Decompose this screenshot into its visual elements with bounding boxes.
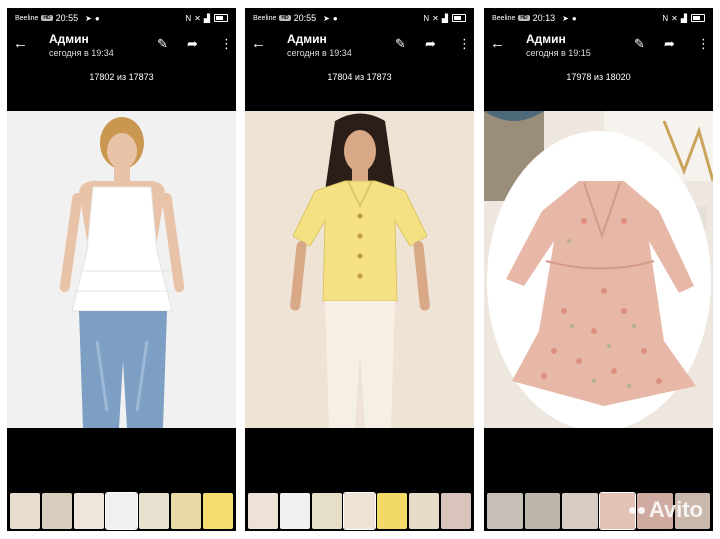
thumbnail[interactable] xyxy=(202,493,233,529)
share-icon[interactable]: ➦ xyxy=(664,36,675,52)
floral-dress-image xyxy=(484,111,713,428)
carrier-label: Beeline xyxy=(492,14,516,22)
status-bar: Beeline HD 20:55 ➤ ● N ✕ ▟ xyxy=(7,8,236,28)
thumbnail-strip xyxy=(245,492,474,531)
telegram-icon: ➤ xyxy=(323,13,330,23)
mute-icon: ✕ xyxy=(432,13,439,23)
share-icon[interactable]: ➦ xyxy=(425,36,436,52)
network-badge: HD xyxy=(279,15,291,21)
thumbnail[interactable] xyxy=(343,492,376,530)
chat-icon: ● xyxy=(571,13,577,23)
sender-name: Админ xyxy=(526,32,566,46)
more-vert-icon[interactable]: ⋮ xyxy=(697,36,710,52)
status-bar: Beeline HD 20:13 ➤ ● N ✕ ▟ xyxy=(484,8,713,28)
mute-icon: ✕ xyxy=(671,13,678,23)
thumbnail[interactable] xyxy=(280,493,311,529)
viewer-toolbar: ← Админ сегодня в 19:34 ✎ ➦ ⋮ xyxy=(7,30,236,64)
chat-icon: ● xyxy=(332,13,338,23)
thumbnail[interactable] xyxy=(487,493,523,529)
signal-icon: ▟ xyxy=(203,13,210,23)
model-yellow-shirt-image xyxy=(245,111,474,428)
thumbnail[interactable] xyxy=(408,493,439,529)
battery-icon xyxy=(214,14,228,22)
signal-icon: ▟ xyxy=(441,13,448,23)
thumbnail[interactable] xyxy=(42,493,73,529)
sent-time: сегодня в 19:34 xyxy=(49,48,114,58)
battery-icon xyxy=(452,14,466,22)
photo-counter: 17978 из 18020 xyxy=(566,72,631,82)
sender-name: Админ xyxy=(49,32,89,46)
arrow-left-icon[interactable]: ← xyxy=(490,36,505,52)
carrier-label: Beeline xyxy=(253,14,277,22)
product-photo[interactable] xyxy=(7,111,236,428)
network-badge: HD xyxy=(41,15,53,21)
avito-logo-icon xyxy=(628,506,645,514)
thumbnail[interactable] xyxy=(248,493,279,529)
telegram-icon: ➤ xyxy=(562,13,569,23)
product-photo[interactable] xyxy=(245,111,474,428)
thumbnail[interactable] xyxy=(138,493,169,529)
status-time: 20:55 xyxy=(55,13,79,23)
network-badge: HD xyxy=(518,15,530,21)
photo-counter: 17804 из 17873 xyxy=(327,72,392,82)
nfc-icon: N xyxy=(662,13,669,23)
battery-icon xyxy=(691,14,705,22)
carrier-label: Beeline xyxy=(15,14,39,22)
signal-icon: ▟ xyxy=(680,13,687,23)
watermark-text: Avito xyxy=(648,497,703,522)
nfc-icon: N xyxy=(185,13,192,23)
arrow-left-icon[interactable]: ← xyxy=(251,36,266,52)
more-vert-icon[interactable]: ⋮ xyxy=(458,36,471,52)
avito-watermark: Avito xyxy=(628,497,703,523)
thumbnail[interactable] xyxy=(524,493,560,529)
thumbnail-strip xyxy=(7,492,236,531)
sent-time: сегодня в 19:34 xyxy=(287,48,352,58)
telegram-icon: ➤ xyxy=(85,13,92,23)
thumbnail[interactable] xyxy=(170,493,201,529)
share-icon[interactable]: ➦ xyxy=(187,36,198,52)
status-time: 20:13 xyxy=(532,13,556,23)
nfc-icon: N xyxy=(423,13,430,23)
status-bar: Beeline HD 20:55 ➤ ● N ✕ ▟ xyxy=(245,8,474,28)
arrow-left-icon[interactable]: ← xyxy=(13,36,28,52)
brush-icon[interactable]: ✎ xyxy=(157,36,168,52)
thumbnail[interactable] xyxy=(10,493,41,529)
viewer-toolbar: ← Админ сегодня в 19:15 ✎ ➦ ⋮ xyxy=(484,30,713,64)
more-vert-icon[interactable]: ⋮ xyxy=(220,36,233,52)
photo-counter: 17802 из 17873 xyxy=(89,72,154,82)
brush-icon[interactable]: ✎ xyxy=(395,36,406,52)
screenshot-panel-1: Beeline HD 20:55 ➤ ● N ✕ ▟ ← Админ сегод… xyxy=(7,8,236,531)
sender-name: Админ xyxy=(287,32,327,46)
thumbnail[interactable] xyxy=(105,492,138,530)
brush-icon[interactable]: ✎ xyxy=(634,36,645,52)
status-time: 20:55 xyxy=(293,13,317,23)
screenshot-panel-2: Beeline HD 20:55 ➤ ● N ✕ ▟ ← Админ сегод… xyxy=(245,8,474,531)
model-white-top-image xyxy=(7,111,236,428)
mute-icon: ✕ xyxy=(194,13,201,23)
viewer-toolbar: ← Админ сегодня в 19:34 ✎ ➦ ⋮ xyxy=(245,30,474,64)
thumbnail[interactable] xyxy=(440,493,471,529)
thumbnail[interactable] xyxy=(74,493,105,529)
chat-icon: ● xyxy=(94,13,100,23)
sent-time: сегодня в 19:15 xyxy=(526,48,591,58)
thumbnail[interactable] xyxy=(562,493,598,529)
thumbnail[interactable] xyxy=(376,493,407,529)
product-photo[interactable] xyxy=(484,111,713,428)
screenshot-panel-3: Beeline HD 20:13 ➤ ● N ✕ ▟ ← Админ сегод… xyxy=(484,8,713,531)
thumbnail[interactable] xyxy=(312,493,343,529)
